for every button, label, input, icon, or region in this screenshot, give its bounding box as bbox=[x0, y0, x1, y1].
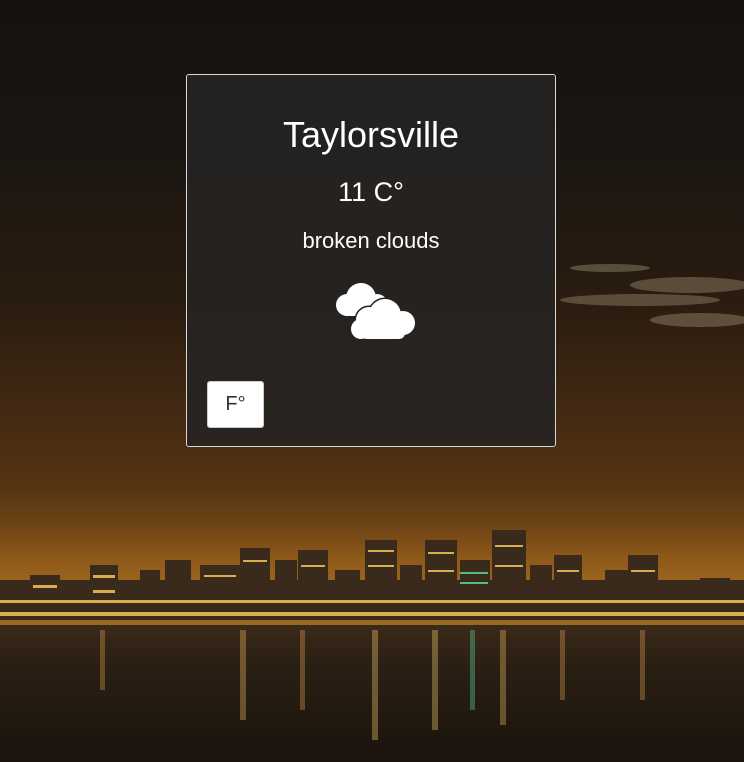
temperature: 11 C° bbox=[338, 177, 404, 207]
unit-toggle-button[interactable]: F° bbox=[207, 381, 264, 428]
weather-app: Taylorsville 11 C° broken clouds F° bbox=[0, 0, 744, 762]
broken-clouds-icon bbox=[336, 283, 417, 339]
city-name: Taylorsville bbox=[282, 114, 460, 155]
weather-card: Taylorsville 11 C° broken clouds F° bbox=[186, 74, 556, 447]
weather-description: broken clouds bbox=[302, 228, 440, 253]
